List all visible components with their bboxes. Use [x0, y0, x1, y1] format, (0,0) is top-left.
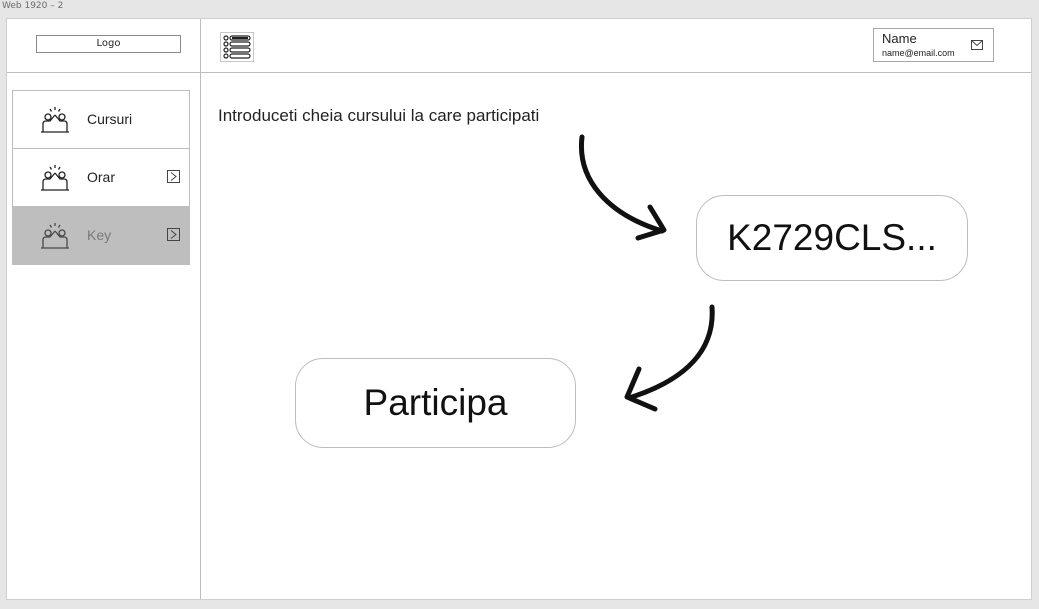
arrow-to-key-icon	[578, 134, 665, 234]
logo[interactable]: Logo	[36, 35, 181, 53]
instruction-text: Introduceti cheia cursului la care parti…	[218, 106, 540, 125]
sidebar-item-cursuri[interactable]: Cursuri	[13, 91, 189, 149]
arrow-to-key-head-icon	[635, 204, 667, 241]
sidebar-menu: Cursuri Orar Key	[12, 90, 190, 265]
sidebar-item-label: Cursuri	[87, 111, 133, 127]
mail-icon	[971, 40, 983, 50]
user-name: Name	[882, 31, 917, 46]
participate-button[interactable]: Participa	[295, 358, 576, 448]
chevron-right-icon	[167, 228, 180, 241]
list-icon	[223, 35, 251, 59]
course-key-input[interactable]: K2729CLS...	[696, 195, 968, 281]
team-icon	[41, 107, 69, 133]
chevron-right-icon	[167, 170, 180, 183]
user-menu[interactable]: Name name@email.com	[873, 28, 994, 62]
logo-area: Logo	[7, 19, 200, 73]
sidebar-item-label: Orar	[87, 169, 115, 185]
team-icon	[41, 165, 69, 191]
sidebar-item-label: Key	[87, 227, 112, 243]
app-frame: Logo Cursuri Orar Key Name name@email.co…	[6, 18, 1032, 600]
team-icon	[41, 223, 69, 249]
arrow-to-button-head-icon	[624, 366, 658, 412]
header: Name name@email.com	[201, 19, 1031, 73]
hamburger-list-icon[interactable]	[220, 32, 254, 62]
sidebar: Logo Cursuri Orar Key	[7, 19, 201, 599]
sidebar-item-key[interactable]: Key	[13, 207, 189, 264]
user-email: name@email.com	[882, 48, 955, 58]
arrow-to-button-icon	[629, 304, 715, 400]
sidebar-item-orar[interactable]: Orar	[13, 149, 189, 207]
artboard-label: Web 1920 – 2	[2, 1, 64, 11]
